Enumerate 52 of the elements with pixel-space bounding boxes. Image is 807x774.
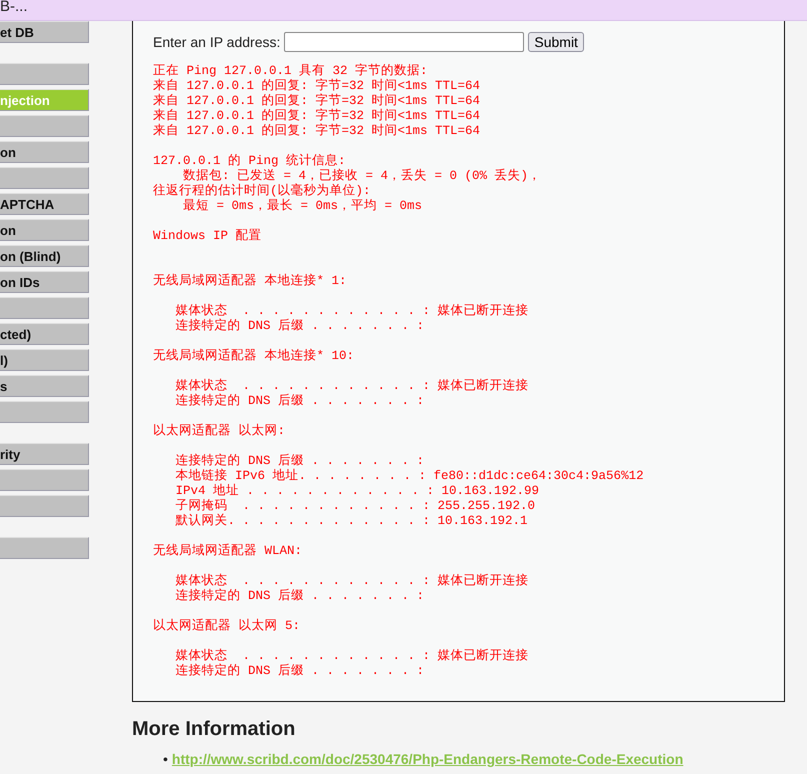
list-bullet: • — [163, 751, 168, 767]
output-line: 连接特定的 DNS 后缀 . . . . . . . : — [174, 394, 424, 409]
output-line: 来自 127.0.0.1 的回复: 字节=32 时间<1ms TTL=64 — [153, 79, 480, 94]
output-line: 默认网关. . . . . . . . . . . . . : 10.163.192.1 — [174, 514, 528, 529]
menu-item[interactable] — [0, 297, 89, 319]
submit-button[interactable]: Submit — [528, 32, 584, 52]
output-line: 无线局域网适配器 本地连接* 1: — [153, 274, 347, 289]
output-line: 媒体状态 . . . . . . . . . . . . : 媒体已断开连接 — [174, 304, 529, 318]
site-title: B-... — [0, 0, 28, 15]
output-line: IPv4 地址 . . . . . . . . . . . . : 10.163.192.99 — [174, 484, 540, 499]
menu-item[interactable]: on — [0, 141, 89, 163]
output-line: 子网掩码 . . . . . . . . . . . . : 255.255.192.0 — [174, 499, 536, 514]
output-line: 媒体状态 . . . . . . . . . . . . : 媒体已断开连接 — [174, 649, 529, 664]
ip-label: Enter an IP address: — [153, 34, 280, 50]
output-line: 以太网适配器 以太网 5: — [153, 619, 300, 634]
menu-item[interactable] — [0, 401, 89, 423]
menu-item[interactable]: on — [0, 219, 89, 241]
menu-item[interactable]: cted) — [0, 323, 89, 345]
output-line: 连接特定的 DNS 后缀 . . . . . . . : — [174, 454, 424, 468]
output-line: 媒体状态 . . . . . . . . . . . . : 媒体已断开连接 — [174, 379, 529, 394]
menu-item[interactable]: on (Blind) — [0, 245, 89, 267]
output-line: 来自 127.0.0.1 的回复: 字节=32 时间<1ms TTL=64 — [153, 109, 480, 124]
menu-item[interactable] — [0, 537, 89, 559]
section-heading: More Information — [132, 718, 296, 741]
menu-item[interactable]: l) — [0, 349, 89, 371]
output-line: 正在 Ping 127.0.0.1 具有 32 字节的数据: — [153, 64, 428, 78]
output-line: 127.0.0.1 的 Ping 统计信息: — [153, 154, 346, 168]
menu-item[interactable] — [0, 167, 89, 189]
menu-item[interactable] — [0, 469, 89, 491]
output-line: 数据包: 已发送 = 4，已接收 = 4，丢失 = 0 (0% 丢失)， — [182, 169, 542, 184]
output-line: 以太网适配器 以太网: — [153, 424, 286, 439]
menu-item[interactable] — [0, 63, 89, 85]
menu-item[interactable]: APTCHA — [0, 193, 89, 215]
output-line: 本地链接 IPv6 地址. . . . . . . . : fe80::d1dc:ce64:30c4:9a56%12 — [174, 469, 644, 484]
menu-item[interactable] — [0, 115, 89, 137]
menu-item[interactable]: rity — [0, 443, 89, 465]
output-line: 无线局域网适配器 WLAN: — [153, 544, 302, 559]
ip-input-field[interactable] — [284, 32, 524, 52]
output-line: 最短 = 0ms，最长 = 0ms，平均 = 0ms — [182, 199, 422, 214]
menu-item[interactable]: s — [0, 375, 89, 397]
output-line: 往返行程的估计时间(以毫秒为单位): — [153, 184, 371, 198]
output-line: 连接特定的 DNS 后缀 . . . . . . . : — [174, 319, 424, 334]
output-line: 来自 127.0.0.1 的回复: 字节=32 时间<1ms TTL=64 — [153, 94, 480, 108]
menu-item[interactable]: on IDs — [0, 271, 89, 293]
menu-item[interactable] — [0, 495, 89, 517]
output-line: 来自 127.0.0.1 的回复: 字节=32 时间<1ms TTL=64 — [153, 124, 480, 139]
output-line: Windows IP 配置 — [153, 229, 262, 244]
output-line: 连接特定的 DNS 后缀 . . . . . . . : — [174, 664, 424, 679]
output-line: 连接特定的 DNS 后缀 . . . . . . . : — [174, 589, 424, 604]
output-line: 媒体状态 . . . . . . . . . . . . : 媒体已断开连接 — [174, 574, 529, 588]
menu-item[interactable]: et DB — [0, 21, 89, 43]
output-line: 无线局域网适配器 本地连接* 10: — [153, 349, 354, 364]
